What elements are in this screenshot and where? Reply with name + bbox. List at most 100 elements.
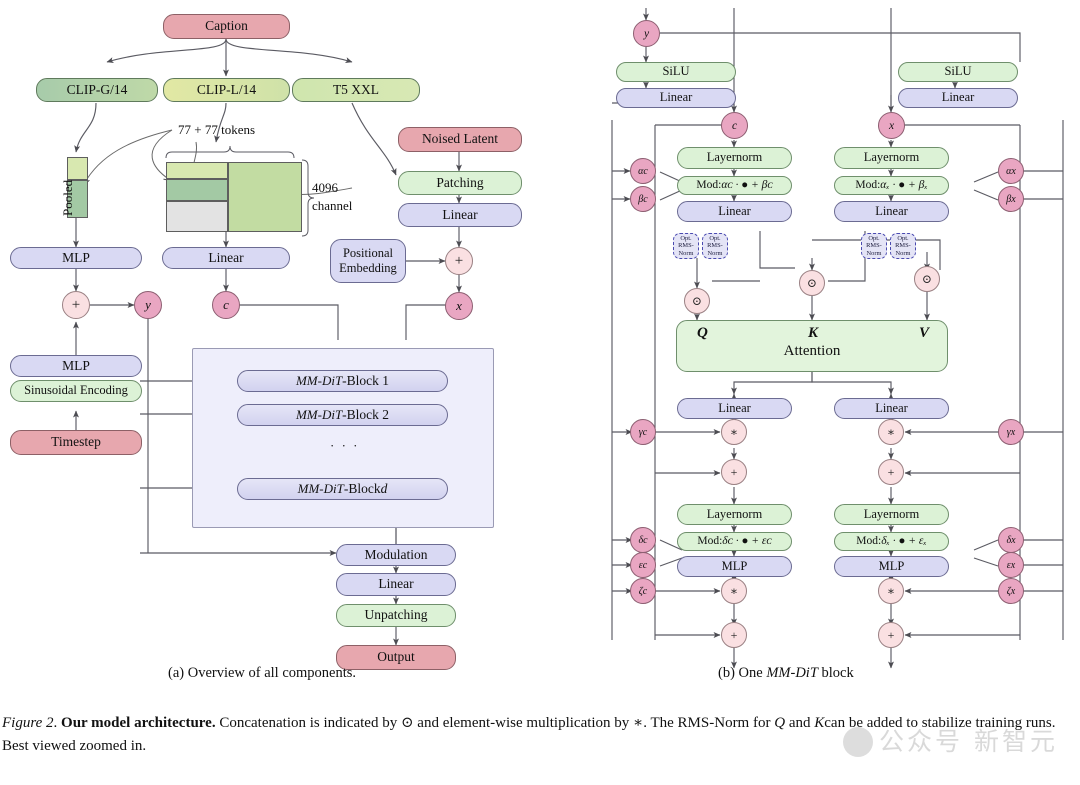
add-c-1: +	[721, 459, 747, 485]
noised-latent-label: Noised Latent	[421, 131, 499, 147]
sinusoidal-encoding: Sinusoidal Encoding	[10, 380, 142, 402]
token-matrix-right	[228, 162, 302, 232]
figure-number: Figure 2	[2, 715, 54, 731]
var-y-circle-a: y	[134, 291, 162, 319]
encoder-clip-g-label: CLIP-G/14	[66, 81, 128, 97]
mod-x-1-expr: αₓ · ● + βₓ	[880, 179, 928, 192]
plus-icon: +	[730, 465, 738, 479]
attention-label: Attention	[783, 343, 841, 359]
param-delta-c: δc	[630, 527, 656, 553]
subcaption-b-italic: MM-DiT	[766, 665, 818, 681]
rms-norm-c-q-l2: RMS-	[678, 242, 694, 250]
silu-left-label: SiLU	[662, 64, 690, 79]
silu-right-label: SiLU	[944, 64, 972, 79]
param-beta-x: βx	[998, 186, 1024, 212]
add-x-circle: +	[445, 247, 473, 275]
patching-box: Patching	[398, 171, 522, 195]
param-delta-x-label: δx	[1006, 534, 1016, 546]
param-zeta-x: ζx	[998, 578, 1024, 604]
plus-icon: +	[887, 628, 895, 642]
silu-right: SiLU	[898, 62, 1018, 82]
concat-v: ⊙	[914, 266, 940, 292]
rms-norm-x-q-l3: Norm	[866, 249, 882, 257]
concat-icon: ⊙	[921, 272, 933, 286]
mm-dit-block-2: MM-DiT -Block 2	[237, 404, 448, 426]
concat-icon: ⊙	[806, 276, 818, 290]
mod-x-2: Mod: δₓ · ● + εₓ	[834, 532, 949, 551]
pooled-label: Pooled	[60, 179, 75, 216]
rms-norm-c-k: Opt. RMS- Norm	[702, 233, 728, 259]
linear-x-qkv-label: Linear	[875, 203, 908, 218]
token-matrix-row2	[166, 179, 228, 201]
mod-x-2-expr: δₓ · ● + εₓ	[881, 535, 927, 548]
encoder-clip-l-label: CLIP-L/14	[196, 81, 257, 97]
token-matrix-row3	[166, 201, 228, 232]
param-beta-x-label: βx	[1006, 193, 1016, 205]
figure-caption-k: K	[814, 715, 825, 731]
linear-latent-label: Linear	[442, 206, 478, 222]
rms-norm-x-q-l1: Opt.	[868, 235, 880, 243]
concat-q: ⊙	[684, 288, 710, 314]
linear-c-proj-label: Linear	[718, 400, 751, 415]
mlp-x-label: MLP	[878, 558, 905, 573]
var-x-circle-b: x	[878, 112, 905, 139]
multiply-icon: ∗	[729, 584, 739, 598]
mm-dit-ellipsis: · · ·	[330, 438, 360, 453]
subcaption-b-post: block	[817, 665, 854, 681]
var-y-label-b: y	[643, 27, 650, 40]
mult-c-2: ∗	[721, 578, 747, 604]
linear-x-qkv: Linear	[834, 201, 949, 222]
encoder-clip-l: CLIP-L/14	[163, 78, 290, 102]
rms-norm-x-q: Opt. RMS- Norm	[861, 233, 887, 259]
plus-icon: +	[71, 296, 81, 313]
positional-embedding-line2: Embedding	[339, 261, 397, 275]
caption-box: Caption	[163, 14, 290, 39]
rms-norm-x-k-l3: Norm	[895, 249, 911, 257]
param-gamma-c-label: γc	[638, 426, 648, 438]
unpatching-label: Unpatching	[364, 607, 428, 623]
var-y-circle-b: y	[633, 20, 660, 47]
concat-k: ⊙	[799, 270, 825, 296]
plus-icon: +	[454, 252, 464, 269]
pooled-cell-top	[67, 157, 88, 180]
multiply-icon: ∗	[886, 425, 896, 439]
mod-c-1-expr: αᴄ · ● + βᴄ	[721, 179, 773, 192]
timestep-box: Timestep	[10, 430, 142, 455]
mod-x-1-prefix: Mod:	[855, 179, 881, 192]
add-c-2: +	[721, 622, 747, 648]
layernorm-x-1-label: Layernorm	[863, 150, 920, 165]
mm-dit-block-1: MM-DiT -Block 1	[237, 370, 448, 392]
param-alpha-x-label: αx	[1006, 165, 1016, 177]
layernorm-c-1: Layernorm	[677, 147, 792, 169]
plus-icon: +	[730, 628, 738, 642]
patching-label: Patching	[436, 174, 484, 190]
figure-caption-body-1: Concatenation is indicated by ⊙ and elem…	[215, 715, 775, 731]
linear-latent: Linear	[398, 203, 522, 227]
multiply-icon: ∗	[886, 584, 896, 598]
layernorm-c-1-label: Layernorm	[706, 150, 763, 165]
var-c-circle-b: c	[721, 112, 748, 139]
silu-left: SiLU	[616, 62, 736, 82]
encoder-t5-xxl: T5 XXL	[292, 78, 420, 102]
figure-caption: Figure 2. Our model architecture. Concat…	[2, 712, 1072, 757]
output-label: Output	[377, 649, 415, 665]
param-beta-c: βc	[630, 186, 656, 212]
rms-norm-x-k-l1: Opt.	[897, 235, 909, 243]
layernorm-c-2-label: Layernorm	[706, 506, 763, 521]
subcaption-b: (b) One MM-DiT block	[718, 665, 854, 682]
mlp-timestep-label: MLP	[62, 357, 90, 373]
rms-norm-x-k-l2: RMS-	[895, 242, 911, 250]
mod-c-1-prefix: Mod:	[696, 179, 722, 192]
param-epsilon-x: εx	[998, 552, 1024, 578]
attention-k-label: K	[808, 325, 819, 341]
layernorm-c-2: Layernorm	[677, 504, 792, 525]
add-x-2: +	[878, 622, 904, 648]
mult-x-2: ∗	[878, 578, 904, 604]
param-zeta-c: ζc	[630, 578, 656, 604]
channel-annotation-line1: 4096	[312, 180, 338, 195]
channel-annotation-line2: channel	[312, 198, 353, 213]
mm-dit-block-2-prefix: MM-DiT	[295, 406, 343, 422]
mod-x-2-prefix: Mod:	[856, 535, 882, 548]
linear-mod-right-label: Linear	[941, 90, 975, 105]
concat-icon: ⊙	[691, 294, 703, 308]
